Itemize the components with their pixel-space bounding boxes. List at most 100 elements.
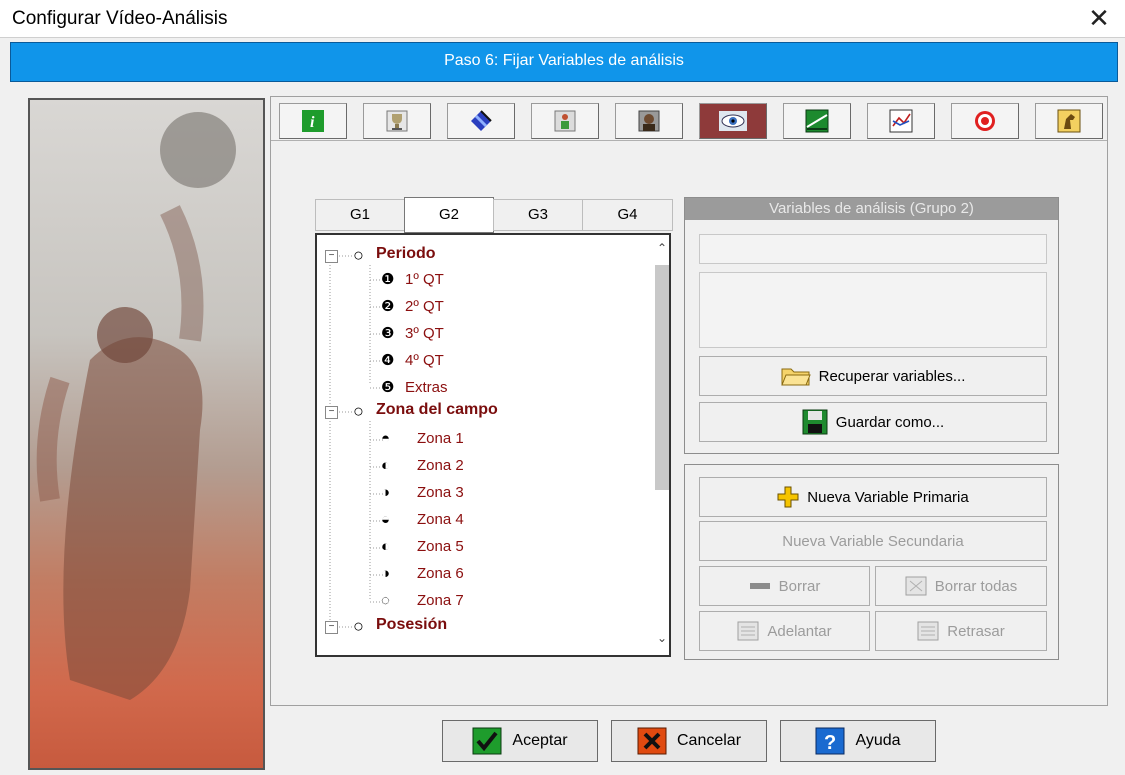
chart-icon [889, 109, 913, 133]
zone-1-icon: ◓ [381, 430, 391, 447]
circle-icon: ○ [353, 245, 364, 265]
delete-all-label: Borrar todas [934, 577, 1018, 595]
panel-header: Variables de análisis (Grupo 2) [685, 198, 1058, 220]
zone-6-icon: ◑ [381, 565, 391, 582]
new-primary-variable-button[interactable]: Nueva Variable Primaria [699, 477, 1047, 517]
save-as-label: Guardar como... [835, 413, 945, 431]
tree-group-zona-del-campo[interactable]: Zona del campo [376, 401, 498, 419]
tab-g4[interactable]: G4 [582, 199, 673, 231]
move-forward-button[interactable]: Adelantar [699, 611, 870, 651]
info-button[interactable]: i [279, 103, 347, 139]
delete-label: Borrar [778, 577, 821, 595]
circle-icon: ○ [353, 616, 364, 636]
tab-g1[interactable]: G1 [315, 199, 405, 231]
close-button[interactable]: ✕ [1081, 2, 1117, 34]
tree-item[interactable]: Zona 2 [417, 457, 464, 474]
tab-g2[interactable]: G2 [404, 197, 494, 233]
info-icon: i [302, 110, 324, 132]
scroll-down-icon[interactable]: ⌄ [655, 631, 669, 645]
pitch-icon [805, 109, 829, 133]
zone-5-icon: ◐ [381, 538, 391, 555]
scroll-up-icon[interactable]: ⌃ [655, 241, 669, 255]
step-title: Paso 6: Fijar Variables de análisis [444, 52, 684, 69]
tree-item[interactable]: Extras [405, 379, 448, 396]
recover-variables-button[interactable]: Recuperar variables... [699, 356, 1047, 396]
tree-item[interactable]: Zona 5 [417, 538, 464, 555]
recover-label: Recuperar variables... [818, 367, 966, 385]
zone-3-icon: ◑ [381, 484, 391, 501]
list-up-icon [737, 621, 759, 641]
title-bar: Configurar Vídeo-Análisis ✕ [0, 0, 1125, 38]
new-secondary-variable-button[interactable]: Nueva Variable Secundaria [699, 521, 1047, 561]
zone-7-icon: ◌ [381, 592, 390, 609]
accept-button[interactable]: Aceptar [442, 720, 598, 762]
minus-icon [749, 583, 770, 589]
court-button[interactable] [447, 103, 515, 139]
tree-item[interactable]: 4º QT [405, 352, 444, 369]
zone-2-icon: ◐ [381, 457, 391, 474]
svg-text:i: i [310, 114, 315, 131]
settings-panel: i G1 G2 G3 G4 − ○ Periodo ❶ 1º QT ❷ 2º Q… [270, 96, 1108, 706]
move-back-button[interactable]: Retrasar [875, 611, 1047, 651]
tree-item[interactable]: Zona 7 [417, 592, 464, 609]
variable-actions-panel: Nueva Variable Primaria Nueva Variable S… [684, 464, 1059, 660]
pitch-button[interactable] [783, 103, 851, 139]
tree-item[interactable]: 1º QT [405, 271, 444, 288]
floppy-disk-icon [802, 409, 828, 435]
variables-panel: Variables de análisis (Grupo 2) Recupera… [684, 197, 1059, 454]
cancel-label: Cancelar [676, 732, 742, 749]
new-secondary-label: Nueva Variable Secundaria [782, 532, 964, 550]
chart-button[interactable] [867, 103, 935, 139]
target-button[interactable] [951, 103, 1019, 139]
target-icon [975, 111, 995, 131]
help-button[interactable]: ? Ayuda [780, 720, 936, 762]
tree-group-posesion[interactable]: Posesión [376, 616, 447, 634]
player-portrait-icon [638, 110, 660, 132]
forward-label: Adelantar [767, 622, 832, 640]
tree-item[interactable]: Zona 3 [417, 484, 464, 501]
cancel-icon [637, 727, 667, 755]
tree-item[interactable]: Zona 1 [417, 430, 464, 447]
section-toolbar: i [271, 97, 1107, 141]
checkmark-icon [472, 727, 502, 755]
tree-group-periodo[interactable]: Periodo [376, 245, 436, 263]
variables-tree[interactable]: − ○ Periodo ❶ 1º QT ❷ 2º QT ❸ 3º QT ❹ 4º… [315, 233, 671, 657]
folder-icon [780, 368, 811, 386]
number-3-icon: ❸ [381, 325, 395, 342]
tree-item[interactable]: 3º QT [405, 325, 444, 342]
number-4-icon: ❹ [381, 352, 395, 369]
player-portrait-button[interactable] [615, 103, 683, 139]
player-stats-button[interactable] [531, 103, 599, 139]
cancel-button[interactable]: Cancelar [611, 720, 767, 762]
window-title: Configurar Vídeo-Análisis [12, 8, 228, 29]
eye-icon [719, 111, 747, 131]
tree-lines [329, 255, 383, 628]
eye-button[interactable] [699, 103, 767, 139]
variable-description-field[interactable] [699, 272, 1047, 348]
delete-button[interactable]: Borrar [699, 566, 870, 606]
number-1-icon: ❶ [381, 271, 395, 288]
trophy-button[interactable] [363, 103, 431, 139]
expand-toggle[interactable]: − [325, 250, 338, 263]
tab-g3[interactable]: G3 [493, 199, 583, 231]
tree-item[interactable]: 2º QT [405, 298, 444, 315]
basketball-photo [28, 98, 265, 770]
clear-list-icon [905, 576, 927, 596]
scroll-thumb[interactable] [655, 265, 669, 490]
expand-toggle[interactable]: − [325, 621, 338, 634]
plus-icon [777, 486, 799, 508]
back-label: Retrasar [947, 622, 1005, 640]
court-icon [471, 110, 492, 131]
expand-toggle[interactable]: − [325, 406, 338, 419]
save-as-button[interactable]: Guardar como... [699, 402, 1047, 442]
svg-text:?: ? [824, 732, 836, 754]
number-5-icon: ❺ [381, 379, 395, 396]
player-silhouette [36, 112, 236, 700]
delete-all-button[interactable]: Borrar todas [875, 566, 1047, 606]
tree-item[interactable]: Zona 6 [417, 565, 464, 582]
help-icon: ? [815, 727, 845, 755]
tree-item[interactable]: Zona 4 [417, 511, 464, 528]
number-2-icon: ❷ [381, 298, 395, 315]
variable-name-field[interactable] [699, 234, 1047, 264]
horse-button[interactable] [1035, 103, 1103, 139]
